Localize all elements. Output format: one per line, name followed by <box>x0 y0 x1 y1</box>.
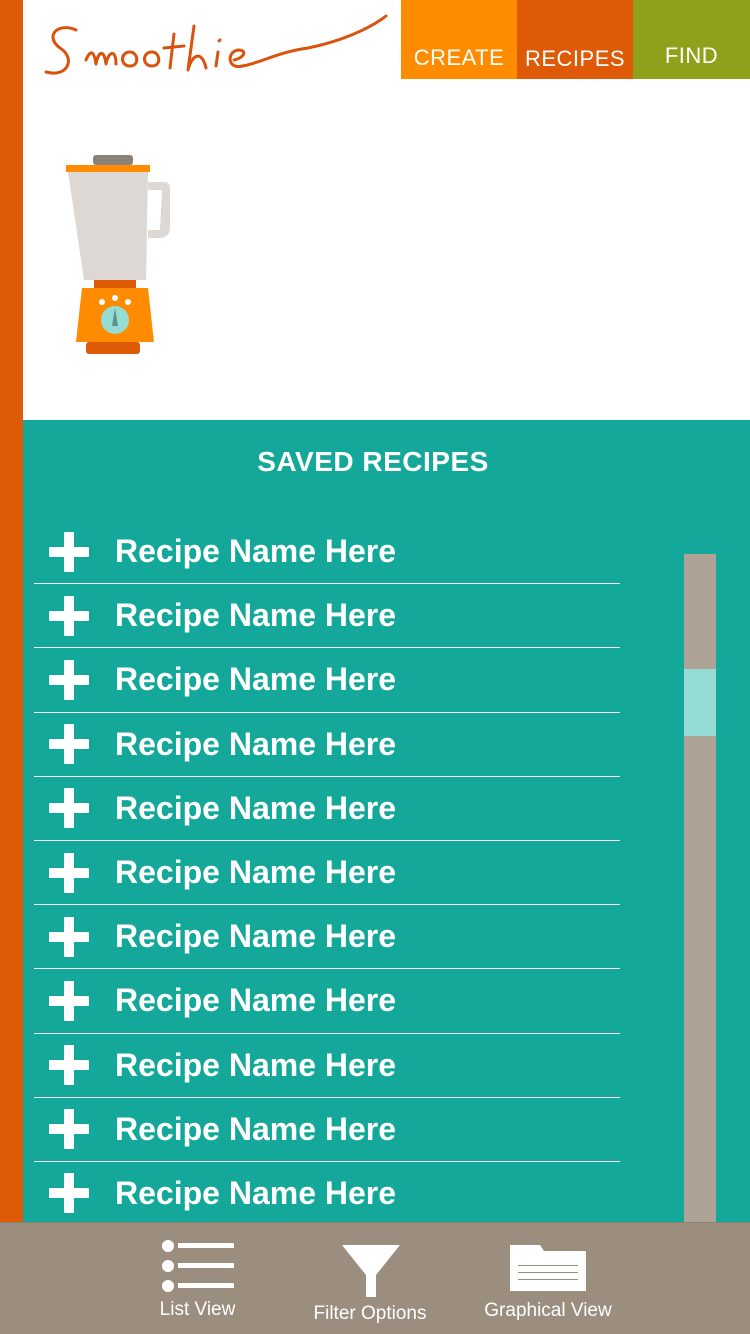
plus-icon[interactable] <box>49 1045 89 1086</box>
filter-funnel-icon <box>342 1245 400 1297</box>
recipe-name: Recipe Name Here <box>115 789 397 826</box>
plus-icon[interactable] <box>49 1173 89 1214</box>
tab-find-label: FIND <box>664 43 719 68</box>
filter-options-label: Filter Options <box>313 1303 427 1324</box>
bottom-toolbar: List View Filter Options Graphical View <box>0 1222 750 1334</box>
smoothies-script-logo <box>44 14 388 75</box>
list-view-button[interactable]: List View <box>140 1223 255 1334</box>
graphical-view-label: Graphical View <box>484 1300 612 1321</box>
plus-icon[interactable] <box>49 531 89 572</box>
tab-recipes[interactable]: RECIPES <box>517 0 633 79</box>
list-view-label: List View <box>159 1299 236 1320</box>
list-icon <box>162 1240 234 1292</box>
recipe-row[interactable]: Recipe Name Here <box>34 584 620 649</box>
recipe-name: Recipe Name Here <box>115 1110 397 1147</box>
tab-recipes-label: RECIPES <box>524 46 626 71</box>
plus-icon[interactable] <box>49 852 89 893</box>
recipe-row[interactable]: Recipe Name Here <box>34 969 620 1034</box>
app-logo <box>38 8 398 88</box>
plus-icon[interactable] <box>49 659 89 700</box>
recipe-name: Recipe Name Here <box>115 725 397 762</box>
scrollbar-thumb[interactable] <box>684 669 716 736</box>
recipe-list: Recipe Name Here Recipe Name Here Recipe N… <box>34 520 620 1222</box>
recipe-name: Recipe Name Here <box>115 1174 397 1211</box>
recipe-name: Recipe Name Here <box>115 982 397 1019</box>
recipe-name: Recipe Name Here <box>115 1046 397 1083</box>
plus-icon[interactable] <box>49 788 89 829</box>
recipe-row[interactable]: Recipe Name Here <box>34 1162 620 1222</box>
blender-illustration <box>60 150 180 360</box>
recipe-row[interactable]: Recipe Name Here <box>34 777 620 841</box>
top-nav: CREATE RECIPES FIND <box>401 0 750 79</box>
plus-icon[interactable] <box>49 1109 89 1150</box>
recipe-name: Recipe Name Here <box>115 597 397 634</box>
plus-icon[interactable] <box>49 595 89 636</box>
filter-options-button[interactable]: Filter Options <box>300 1223 440 1334</box>
graphical-view-button[interactable]: Graphical View <box>470 1223 626 1334</box>
tab-find[interactable]: FIND <box>633 0 750 79</box>
plus-icon[interactable] <box>49 724 89 765</box>
recipe-name: Recipe Name Here <box>115 661 397 698</box>
recipe-row[interactable]: Recipe Name Here <box>34 1098 620 1162</box>
recipe-row[interactable]: Recipe Name Here <box>34 520 620 585</box>
panel-title: SAVED RECIPES <box>257 446 489 477</box>
card-icon <box>510 1245 586 1291</box>
plus-icon[interactable] <box>49 980 89 1021</box>
tab-create[interactable]: CREATE <box>401 0 517 79</box>
recipe-row[interactable]: Recipe Name Here <box>34 1034 620 1098</box>
tab-create-label: CREATE <box>413 45 505 70</box>
side-accent-stripe <box>0 0 23 1222</box>
recipe-row[interactable]: Recipe Name Here <box>34 905 620 970</box>
recipe-row[interactable]: Recipe Name Here <box>34 713 620 777</box>
scrollbar-track[interactable] <box>684 554 716 1222</box>
plus-icon[interactable] <box>49 916 89 957</box>
recipe-row[interactable]: Recipe Name Here <box>34 841 620 906</box>
recipe-name: Recipe Name Here <box>115 918 397 955</box>
recipe-name: Recipe Name Here <box>115 854 397 891</box>
recipe-row[interactable]: Recipe Name Here <box>34 648 620 713</box>
recipe-name: Recipe Name Here <box>115 533 397 570</box>
saved-recipes-panel: SAVED RECIPES Recipe Name Here Recipe Nam… <box>23 420 750 1222</box>
